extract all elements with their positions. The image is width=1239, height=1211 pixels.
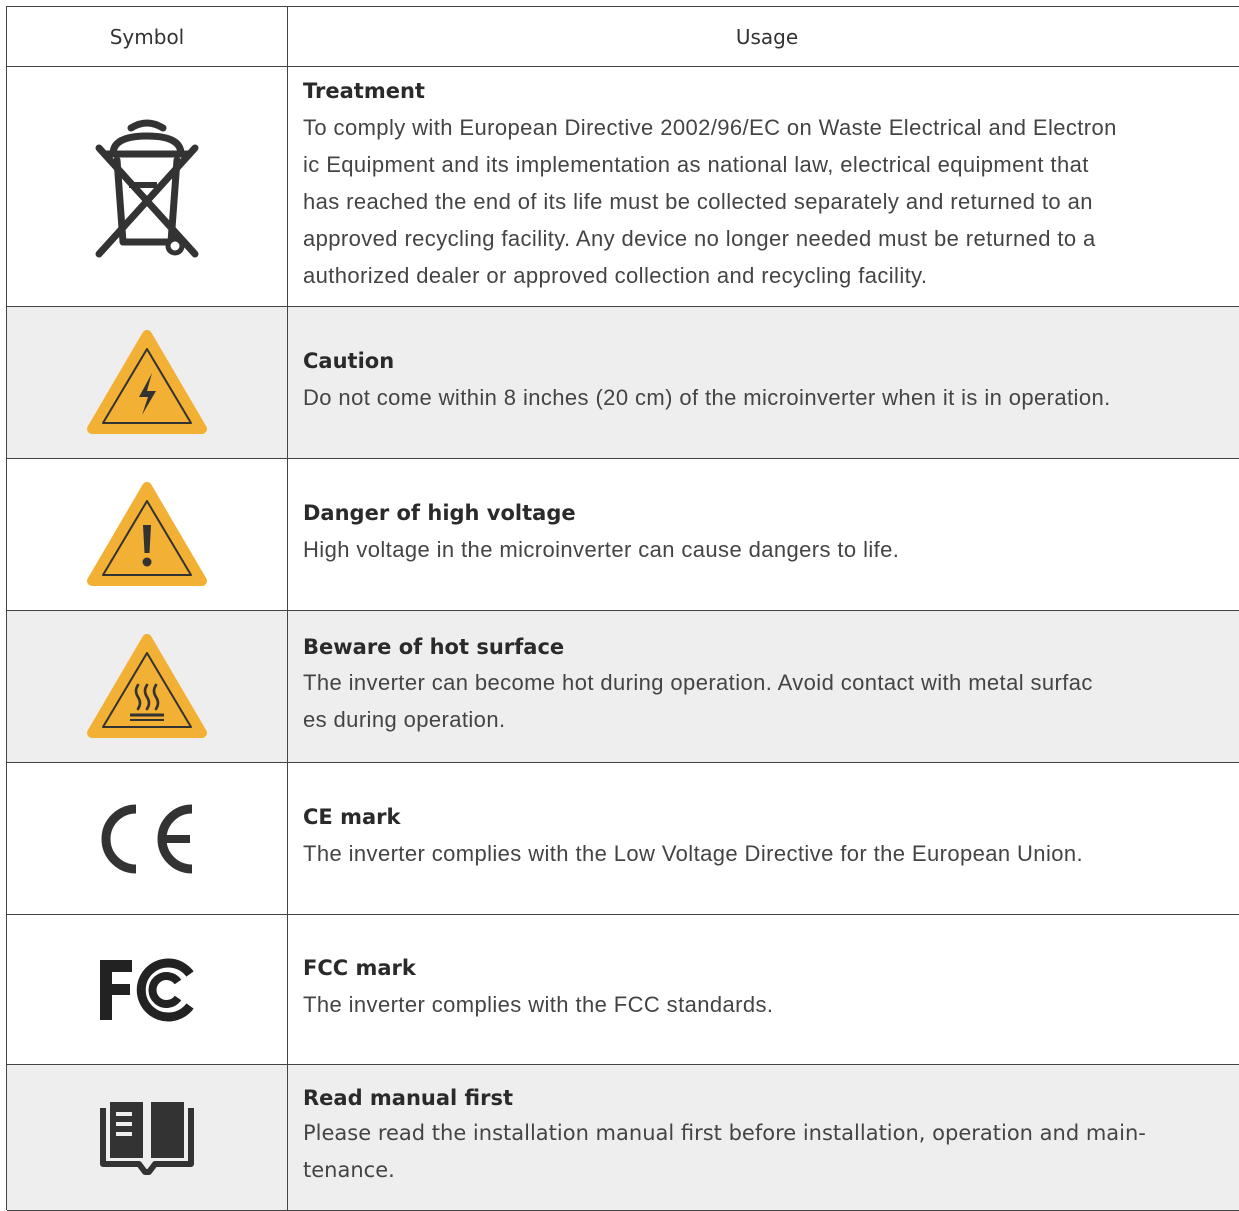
row-description: The inverter complies with the Low Volta… — [303, 835, 1239, 872]
row-description: The inverter can become hot during opera… — [303, 664, 1239, 738]
header-usage-label: Usage — [735, 24, 799, 49]
usage-cell: Read manual first Please read the instal… — [288, 1065, 1239, 1210]
symbol-cell — [7, 1065, 288, 1210]
description-line: To comply with European Directive 2002/9… — [303, 114, 1117, 140]
symbol-cell — [7, 307, 288, 458]
row-title: Caution — [303, 349, 395, 374]
table-header-row: Symbol Usage — [7, 7, 1239, 67]
description-line: Do not come within 8 inches (20 cm) of t… — [303, 384, 1111, 410]
electric-shock-warning-icon — [87, 329, 207, 434]
read-manual-book-icon — [100, 1101, 194, 1175]
description-line: The inverter can become hot during opera… — [303, 670, 1093, 696]
hot-surface-warning-icon — [87, 633, 207, 738]
symbol-cell — [7, 67, 288, 306]
description-line: has reached the end of its life must be … — [303, 188, 1093, 214]
row-title: Read manual first — [303, 1085, 514, 1110]
row-title: Danger of high voltage — [303, 501, 576, 526]
row-description: To comply with European Directive 2002/9… — [303, 109, 1239, 294]
row-description: The inverter complies with the FCC stand… — [303, 986, 1239, 1023]
exclamation-warning-icon — [87, 481, 207, 586]
row-title: Treatment — [303, 79, 425, 104]
symbol-cell — [7, 459, 288, 610]
table-row: FCC mark The inverter complies with the … — [7, 915, 1239, 1065]
description-line: Please read the installation manual firs… — [303, 1121, 1146, 1146]
table-row: Beware of hot surface The inverter can b… — [7, 611, 1239, 763]
symbol-cell — [7, 763, 288, 914]
weee-crossed-bin-icon — [95, 119, 199, 257]
description-line: approved recycling facility. Any device … — [303, 225, 1096, 251]
symbol-cell — [7, 915, 288, 1064]
row-title: Beware of hot surface — [303, 634, 565, 659]
description-line: es during operation. — [303, 707, 506, 733]
usage-cell: Danger of high voltage High voltage in t… — [288, 459, 1239, 610]
usage-cell: Treatment To comply with European Direct… — [288, 67, 1239, 306]
row-title: FCC mark — [303, 956, 416, 981]
symbols-table: Symbol Usage Treatment To comply with Eu… — [6, 6, 1239, 1211]
usage-cell: CE mark The inverter complies with the L… — [288, 763, 1239, 914]
description-line: authorized dealer or approved collection… — [303, 262, 928, 288]
usage-cell: Caution Do not come within 8 inches (20 … — [288, 307, 1239, 458]
description-line: The inverter complies with the Low Volta… — [303, 840, 1084, 866]
description-line: tenance. — [303, 1158, 395, 1183]
usage-cell: FCC mark The inverter complies with the … — [288, 915, 1239, 1064]
ce-mark-icon — [101, 804, 193, 873]
header-symbol: Symbol — [7, 7, 288, 66]
header-usage: Usage — [288, 7, 1239, 66]
fcc-mark-icon — [100, 958, 194, 1021]
description-line: ic Equipment and its implementation as n… — [303, 151, 1089, 177]
description-line: The inverter complies with the FCC stand… — [303, 991, 774, 1017]
row-description: Do not come within 8 inches (20 cm) of t… — [303, 379, 1239, 416]
row-description: Please read the installation manual firs… — [303, 1115, 1239, 1189]
description-line: High voltage in the microinverter can ca… — [303, 536, 900, 562]
row-title: CE mark — [303, 805, 401, 830]
header-symbol-label: Symbol — [109, 24, 185, 49]
usage-cell: Beware of hot surface The inverter can b… — [288, 611, 1239, 762]
row-description: High voltage in the microinverter can ca… — [303, 531, 1239, 568]
table-row: Danger of high voltage High voltage in t… — [7, 459, 1239, 611]
table-row: Caution Do not come within 8 inches (20 … — [7, 307, 1239, 459]
table-row: CE mark The inverter complies with the L… — [7, 763, 1239, 915]
symbol-cell — [7, 611, 288, 762]
table-row: Read manual first Please read the instal… — [7, 1065, 1239, 1211]
table-row: Treatment To comply with European Direct… — [7, 67, 1239, 307]
